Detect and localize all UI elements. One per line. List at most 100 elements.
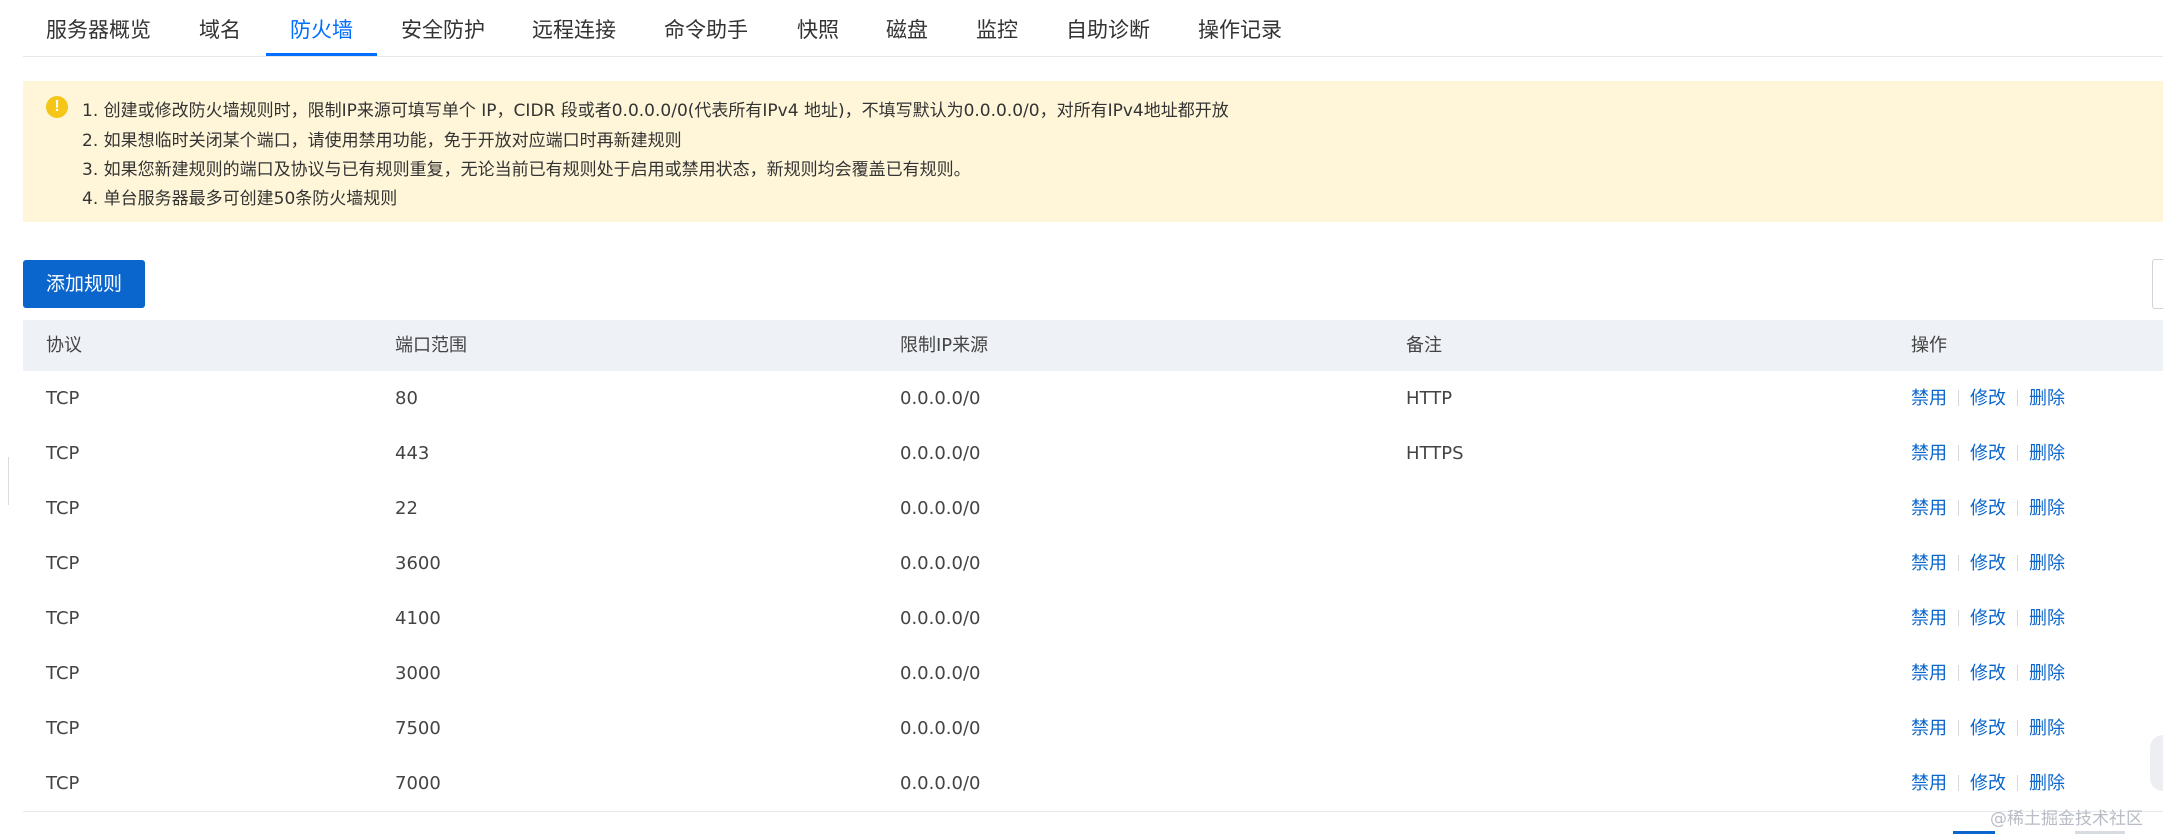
delete-link[interactable]: 删除 xyxy=(2029,608,2065,629)
table-row: TCP 443 0.0.0.0/0 HTTPS 禁用 修改 删除 xyxy=(23,426,2163,482)
notice-line-4: 4. 单台服务器最多可创建50条防火墙规则 xyxy=(82,189,398,209)
disable-link[interactable]: 禁用 xyxy=(1911,773,1947,794)
action-divider xyxy=(1958,665,1959,681)
header-protocol: 协议 xyxy=(46,335,82,356)
cell-ip-source: 0.0.0.0/0 xyxy=(900,443,981,464)
delete-link[interactable]: 删除 xyxy=(2029,773,2065,794)
cell-protocol: TCP xyxy=(46,553,80,574)
row-actions: 禁用 修改 删除 xyxy=(1911,646,2065,701)
disable-link[interactable]: 禁用 xyxy=(1911,443,1947,464)
tab-snapshot[interactable]: 快照 xyxy=(797,0,839,56)
tab-security-protection[interactable]: 安全防护 xyxy=(401,0,485,56)
cell-ip-source: 0.0.0.0/0 xyxy=(900,608,981,629)
action-divider xyxy=(1958,390,1959,406)
edit-link[interactable]: 修改 xyxy=(1970,443,2006,464)
cell-ip-source: 0.0.0.0/0 xyxy=(900,718,981,739)
edit-link[interactable]: 修改 xyxy=(1970,773,2006,794)
cell-remark: HTTPS xyxy=(1406,443,1464,464)
delete-link[interactable]: 删除 xyxy=(2029,443,2065,464)
table-row: TCP 80 0.0.0.0/0 HTTP 禁用 修改 删除 xyxy=(23,371,2163,427)
action-divider xyxy=(1958,555,1959,571)
cell-ip-source: 0.0.0.0/0 xyxy=(900,663,981,684)
action-divider xyxy=(2017,720,2018,736)
row-actions: 禁用 修改 删除 xyxy=(1911,371,2065,426)
action-divider xyxy=(1958,775,1959,791)
edit-link[interactable]: 修改 xyxy=(1970,388,2006,409)
tab-bar: 服务器概览 域名 防火墙 安全防护 远程连接 命令助手 快照 磁盘 监控 自助诊… xyxy=(23,0,2163,57)
action-divider xyxy=(2017,555,2018,571)
table-row: TCP 22 0.0.0.0/0 禁用 修改 删除 xyxy=(23,481,2163,537)
disable-link[interactable]: 禁用 xyxy=(1911,663,1947,684)
cell-port: 7000 xyxy=(395,773,441,794)
notice-line-1: 1. 创建或修改防火墙规则时，限制IP来源可填写单个 IP，CIDR 段或者0.… xyxy=(82,101,1229,121)
edit-link[interactable]: 修改 xyxy=(1970,718,2006,739)
cell-protocol: TCP xyxy=(46,443,80,464)
delete-link[interactable]: 删除 xyxy=(2029,718,2065,739)
delete-link[interactable]: 删除 xyxy=(2029,388,2065,409)
tab-remote-connection[interactable]: 远程连接 xyxy=(532,0,616,56)
action-divider xyxy=(2017,500,2018,516)
tab-monitoring[interactable]: 监控 xyxy=(976,0,1018,56)
row-actions: 禁用 修改 删除 xyxy=(1911,481,2065,536)
table-header: 协议 端口范围 限制IP来源 备注 操作 xyxy=(23,320,2163,372)
tab-operation-log[interactable]: 操作记录 xyxy=(1198,0,1282,56)
header-port-range: 端口范围 xyxy=(395,335,467,356)
tab-firewall[interactable]: 防火墙 xyxy=(266,0,377,56)
table-row: TCP 3000 0.0.0.0/0 禁用 修改 删除 xyxy=(23,646,2163,702)
cell-port: 443 xyxy=(395,443,430,464)
row-actions: 禁用 修改 删除 xyxy=(1911,426,2065,481)
tab-command-assistant[interactable]: 命令助手 xyxy=(664,0,748,56)
disable-link[interactable]: 禁用 xyxy=(1911,608,1947,629)
edit-link[interactable]: 修改 xyxy=(1970,608,2006,629)
cell-protocol: TCP xyxy=(46,388,80,409)
add-rule-button[interactable]: 添加规则 xyxy=(23,260,145,308)
delete-link[interactable]: 删除 xyxy=(2029,663,2065,684)
row-actions: 禁用 修改 删除 xyxy=(1911,701,2065,756)
table-row: TCP 4100 0.0.0.0/0 禁用 修改 删除 xyxy=(23,591,2163,647)
disable-link[interactable]: 禁用 xyxy=(1911,718,1947,739)
cell-protocol: TCP xyxy=(46,608,80,629)
notice-line-2: 2. 如果想临时关闭某个端口，请使用禁用功能，免于开放对应端口时再新建规则 xyxy=(82,131,682,151)
floating-side-handle[interactable] xyxy=(2150,735,2163,791)
header-ip-source: 限制IP来源 xyxy=(900,335,989,356)
table-row: TCP 7000 0.0.0.0/0 禁用 修改 删除 xyxy=(23,756,2163,812)
warning-icon: ! xyxy=(46,96,68,118)
disable-link[interactable]: 禁用 xyxy=(1911,388,1947,409)
cell-port: 4100 xyxy=(395,608,441,629)
disable-link[interactable]: 禁用 xyxy=(1911,498,1947,519)
tab-server-overview[interactable]: 服务器概览 xyxy=(46,0,151,56)
cell-ip-source: 0.0.0.0/0 xyxy=(900,553,981,574)
action-divider xyxy=(1958,720,1959,736)
action-divider xyxy=(2017,775,2018,791)
action-divider xyxy=(1958,445,1959,461)
cell-port: 80 xyxy=(395,388,418,409)
cell-protocol: TCP xyxy=(46,773,80,794)
cell-protocol: TCP xyxy=(46,718,80,739)
tab-disk[interactable]: 磁盘 xyxy=(886,0,928,56)
cell-ip-source: 0.0.0.0/0 xyxy=(900,388,981,409)
cell-port: 22 xyxy=(395,498,418,519)
left-edge-handle xyxy=(0,457,9,505)
edit-link[interactable]: 修改 xyxy=(1970,498,2006,519)
edit-link[interactable]: 修改 xyxy=(1970,663,2006,684)
delete-link[interactable]: 删除 xyxy=(2029,553,2065,574)
action-divider xyxy=(2017,610,2018,626)
edit-link[interactable]: 修改 xyxy=(1970,553,2006,574)
disable-link[interactable]: 禁用 xyxy=(1911,553,1947,574)
action-divider xyxy=(2017,445,2018,461)
cell-port: 3000 xyxy=(395,663,441,684)
tab-self-diagnosis[interactable]: 自助诊断 xyxy=(1066,0,1150,56)
tab-domain[interactable]: 域名 xyxy=(199,0,241,56)
notice-banner: ! 1. 创建或修改防火墙规则时，限制IP来源可填写单个 IP，CIDR 段或者… xyxy=(23,81,2163,222)
cell-protocol: TCP xyxy=(46,498,80,519)
table-row: TCP 3600 0.0.0.0/0 禁用 修改 删除 xyxy=(23,536,2163,592)
delete-link[interactable]: 删除 xyxy=(2029,498,2065,519)
row-actions: 禁用 修改 删除 xyxy=(1911,756,2065,811)
row-actions: 禁用 修改 删除 xyxy=(1911,591,2065,646)
cell-port: 7500 xyxy=(395,718,441,739)
action-divider xyxy=(2017,390,2018,406)
header-actions: 操作 xyxy=(1911,335,1947,356)
action-divider xyxy=(1958,500,1959,516)
firewall-page: 服务器概览 域名 防火墙 安全防护 远程连接 命令助手 快照 磁盘 监控 自助诊… xyxy=(0,0,2163,834)
right-toolbar-control[interactable] xyxy=(2152,259,2163,309)
